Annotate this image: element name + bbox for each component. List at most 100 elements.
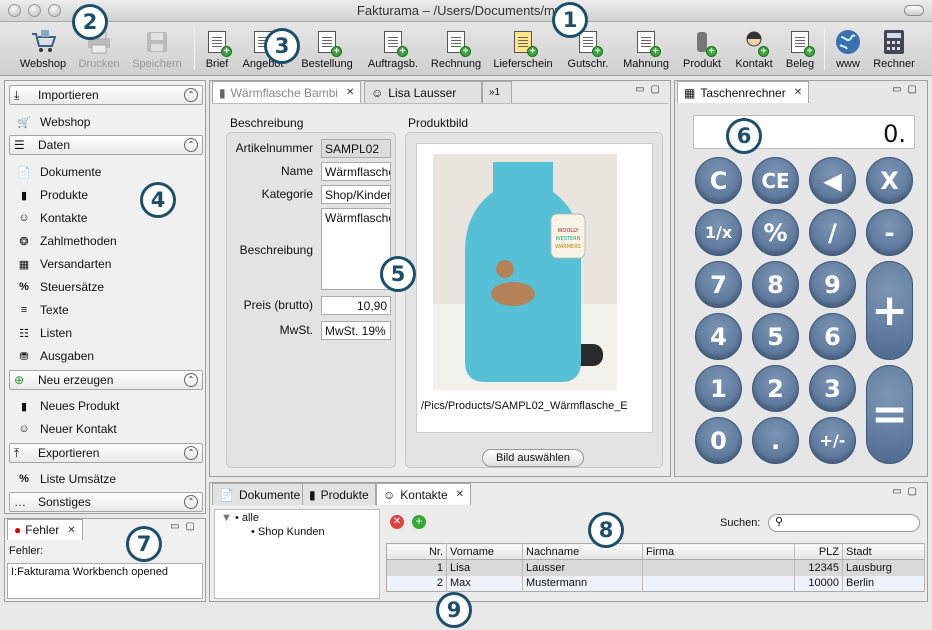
col-firma[interactable]: Firma <box>642 543 795 560</box>
col-nr[interactable]: Nr. <box>386 543 447 560</box>
section-neu-erzeugen[interactable]: ⊕ Neu erzeugen ⌃ <box>9 370 203 390</box>
toolbar-toggle-button[interactable] <box>904 5 924 16</box>
toolbar-calculator-button[interactable]: Rechner <box>868 24 920 74</box>
calc-key-5[interactable]: 5 <box>752 313 799 360</box>
close-tab-icon[interactable]: ✕ <box>346 87 354 98</box>
collapse-icon[interactable]: ⌃ <box>184 446 198 460</box>
expenses-icon: ⛃ <box>19 350 29 363</box>
calc-key-7[interactable]: 7 <box>695 261 742 308</box>
calc-key-decimal[interactable]: . <box>752 417 799 464</box>
sidebar-item-neuer-kontakt[interactable]: ☺ Neuer Kontakt <box>17 419 116 439</box>
calc-key-reciprocal[interactable]: 1/x <box>695 209 742 256</box>
toolbar-order-button[interactable]: + Bestellung <box>296 24 358 74</box>
view-minmax-icons[interactable]: ▭▢ <box>892 486 923 497</box>
table-row[interactable]: 1 Lisa Lausser 12345 Lausburg <box>386 559 925 576</box>
collapse-icon[interactable]: ⌃ <box>184 88 198 102</box>
toolbar-webshop-button[interactable]: Webshop <box>14 24 72 74</box>
expand-triangle-icon[interactable]: ▼ <box>221 512 232 524</box>
sidebar-item-texte[interactable]: ≡ Texte <box>17 300 69 320</box>
col-stadt[interactable]: Stadt <box>842 543 925 560</box>
add-contact-button[interactable]: + <box>412 515 426 529</box>
sidebar-item-zahlmethoden[interactable]: ❂ Zahlmethoden <box>17 231 116 251</box>
delete-contact-button[interactable]: ✕ <box>390 515 404 529</box>
calc-key-8[interactable]: 8 <box>752 261 799 308</box>
search-input[interactable]: ⚲ <box>768 514 920 532</box>
calc-key-c[interactable]: C <box>695 157 742 204</box>
toolbar-letter-button[interactable]: + Brief <box>200 24 234 74</box>
calc-key-negate[interactable]: +/- <box>809 417 856 464</box>
toolbar-save-button[interactable]: Speichern <box>126 24 188 74</box>
col-plz[interactable]: PLZ <box>794 543 843 560</box>
calc-key-percent[interactable]: % <box>752 209 799 256</box>
sidebar-item-neues-produkt[interactable]: ▮ Neues Produkt <box>17 396 119 416</box>
col-vorname[interactable]: Vorname <box>446 543 523 560</box>
sidebar-item-versandarten[interactable]: ▦ Versandarten <box>17 254 112 274</box>
tab-contact-editor[interactable]: ☺ Lisa Lausser <box>364 81 482 103</box>
toolbar-product-button[interactable]: + Produkt <box>678 24 726 74</box>
calc-key-6[interactable]: 6 <box>809 313 856 360</box>
calc-key-3[interactable]: 3 <box>809 365 856 412</box>
select-image-button[interactable]: Bild auswählen <box>482 449 584 467</box>
collapse-icon[interactable]: ⌃ <box>184 138 198 152</box>
contact-icon: ☺ <box>371 85 384 100</box>
close-tab-icon[interactable]: ✕ <box>67 525 75 536</box>
calc-key-backspace[interactable]: ◀ <box>809 157 856 204</box>
new-confirmation-icon: + <box>380 29 408 57</box>
calc-key-4[interactable]: 4 <box>695 313 742 360</box>
input-kategorie[interactable]: Shop/Kinder <box>321 185 391 204</box>
toolbar-dunning-button[interactable]: + Mahnung <box>618 24 674 74</box>
tab-taschenrechner[interactable]: ▦ Taschenrechner ✕ <box>677 81 810 103</box>
tab-produkte[interactable]: ▮ Produkte <box>302 483 376 505</box>
svg-text:WARMERS: WARMERS <box>555 244 581 250</box>
toolbar-contact-button[interactable]: + Kontakt <box>730 24 778 74</box>
view-minmax-icons[interactable]: ▭▢ <box>892 84 923 95</box>
calc-key-0[interactable]: 0 <box>695 417 742 464</box>
toolbar-confirmation-button[interactable]: + Auftragsb. <box>361 24 425 74</box>
toolbar-invoice-button[interactable]: + Rechnung <box>428 24 484 74</box>
section-sonstiges[interactable]: … Sonstiges ⌃ <box>9 492 203 512</box>
input-artikelnummer[interactable]: SAMPL02 <box>321 139 391 158</box>
sidebar-item-webshop[interactable]: 🛒 Webshop <box>17 112 90 132</box>
select-mwst[interactable]: MwSt. 19% <box>321 321 391 340</box>
close-tab-icon[interactable]: ✕ <box>456 489 464 500</box>
close-tab-icon[interactable]: ✕ <box>794 87 802 98</box>
calc-key-plus[interactable]: + <box>866 261 913 360</box>
calc-key-minus[interactable]: - <box>866 209 913 256</box>
calc-key-ce[interactable]: CE <box>752 157 799 204</box>
sidebar-item-listen[interactable]: ☷ Listen <box>17 323 72 343</box>
sidebar-item-dokumente[interactable]: 📄 Dokumente <box>17 162 101 182</box>
input-name[interactable]: Wärmflasche <box>321 162 391 181</box>
section-daten[interactable]: ☰ Daten ⌃ <box>9 135 203 155</box>
sidebar-item-ausgaben[interactable]: ⛃ Ausgaben <box>17 346 94 366</box>
collapse-icon[interactable]: ⌃ <box>184 495 198 509</box>
section-exportieren[interactable]: ⤒ Exportieren ⌃ <box>9 443 203 463</box>
calc-key-divide[interactable]: / <box>809 209 856 256</box>
calc-key-multiply[interactable]: X <box>866 157 913 204</box>
tab-product-editor[interactable]: ▮ Wärmflasche Bambi ✕ <box>212 81 362 103</box>
toolbar-delivery-note-button[interactable]: + Lieferschein <box>488 24 558 74</box>
calc-key-equals[interactable]: = <box>866 365 913 464</box>
tab-overflow[interactable]: »1 <box>482 81 512 103</box>
toolbar-receipt-button[interactable]: + Beleg <box>780 24 820 74</box>
calc-key-1[interactable]: 1 <box>695 365 742 412</box>
tree-item-shop-kunden[interactable]: • Shop Kunden <box>251 526 325 538</box>
sidebar-item-kontakte[interactable]: ☺ Kontakte <box>17 208 87 228</box>
sidebar-item-liste-umsaetze[interactable]: % Liste Umsätze <box>17 469 116 489</box>
calc-key-9[interactable]: 9 <box>809 261 856 308</box>
tab-kontakte[interactable]: ☺ Kontakte ✕ <box>376 483 472 505</box>
view-minmax-icons[interactable]: ▭▢ <box>170 521 201 532</box>
collapse-icon[interactable]: ⌃ <box>184 373 198 387</box>
tab-fehler[interactable]: ● Fehler ✕ <box>7 519 83 540</box>
section-importieren[interactable]: ⤓ Importieren ⌃ <box>9 85 203 105</box>
calc-key-2[interactable]: 2 <box>752 365 799 412</box>
toolbar-www-button[interactable]: www <box>828 24 868 74</box>
col-nachname[interactable]: Nachname <box>522 543 643 560</box>
tree-item-alle[interactable]: ▼ • alle <box>221 512 259 524</box>
view-minmax-icons[interactable]: ▭▢ <box>635 84 666 95</box>
table-row[interactable]: 2 Max Mustermann 10000 Berlin <box>386 575 925 592</box>
sidebar-item-produkte[interactable]: ▮ Produkte <box>17 185 88 205</box>
webshop-cart-icon <box>30 29 56 55</box>
sidebar-item-steuersaetze[interactable]: % Steuersätze <box>17 277 104 297</box>
input-preis[interactable]: 10,90 <box>321 296 391 315</box>
tab-dokumente[interactable]: 📄 Dokumente <box>212 483 308 505</box>
